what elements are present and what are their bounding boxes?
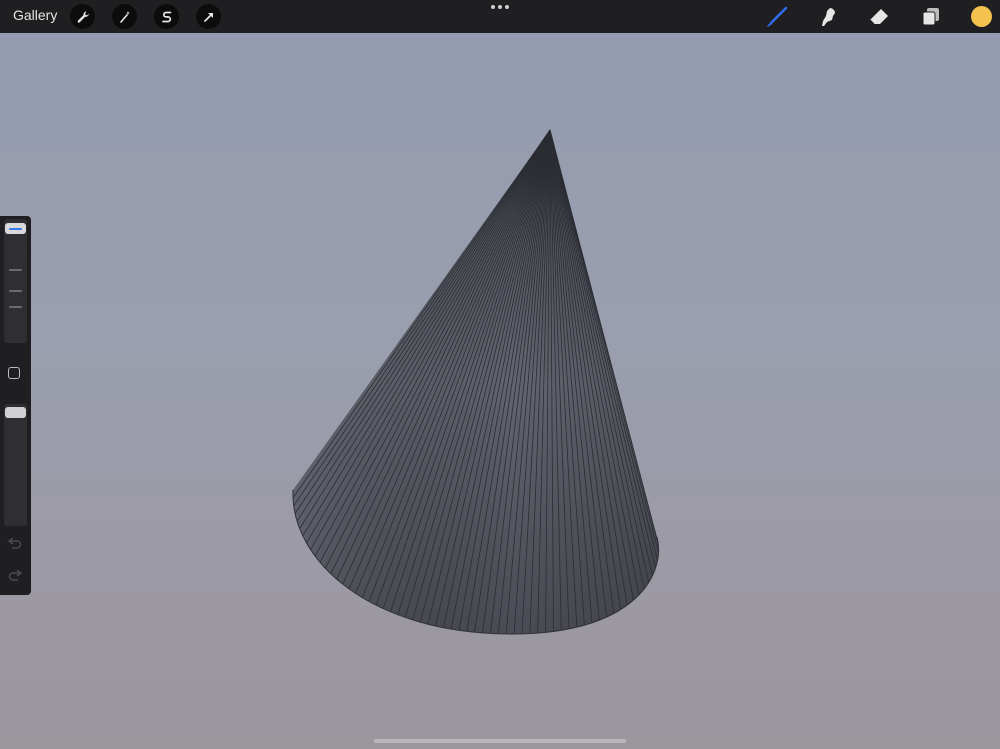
eraser-icon[interactable]	[867, 5, 891, 29]
magic-wand-icon[interactable]	[112, 4, 137, 29]
redo-button[interactable]	[7, 569, 23, 584]
layers-icon[interactable]	[919, 5, 943, 29]
opacity-slider[interactable]	[4, 404, 27, 526]
smudge-icon[interactable]	[816, 5, 840, 29]
top-toolbar: Gallery	[0, 0, 1000, 33]
size-tick	[9, 290, 22, 292]
redo-icon	[8, 569, 23, 581]
more-options-icon[interactable]	[490, 5, 510, 13]
brush-size-thumb[interactable]	[5, 223, 26, 235]
color-swatch[interactable]	[971, 6, 992, 27]
size-tick	[9, 269, 22, 271]
selection-s-icon[interactable]	[154, 4, 179, 29]
size-tick	[9, 306, 22, 308]
transform-arrow-icon[interactable]	[196, 4, 221, 29]
brush-size-slider[interactable]	[4, 219, 27, 343]
cone-drawing	[292, 129, 660, 635]
home-indicator[interactable]	[374, 739, 626, 743]
undo-button[interactable]	[7, 537, 23, 552]
gallery-button[interactable]: Gallery	[13, 7, 57, 23]
left-sidebar	[0, 216, 31, 595]
canvas[interactable]	[0, 0, 1000, 749]
modify-button[interactable]	[8, 367, 20, 379]
undo-icon	[7, 537, 22, 549]
wrench-icon[interactable]	[70, 4, 95, 29]
opacity-thumb[interactable]	[5, 407, 26, 418]
brush-icon[interactable]	[765, 5, 789, 29]
